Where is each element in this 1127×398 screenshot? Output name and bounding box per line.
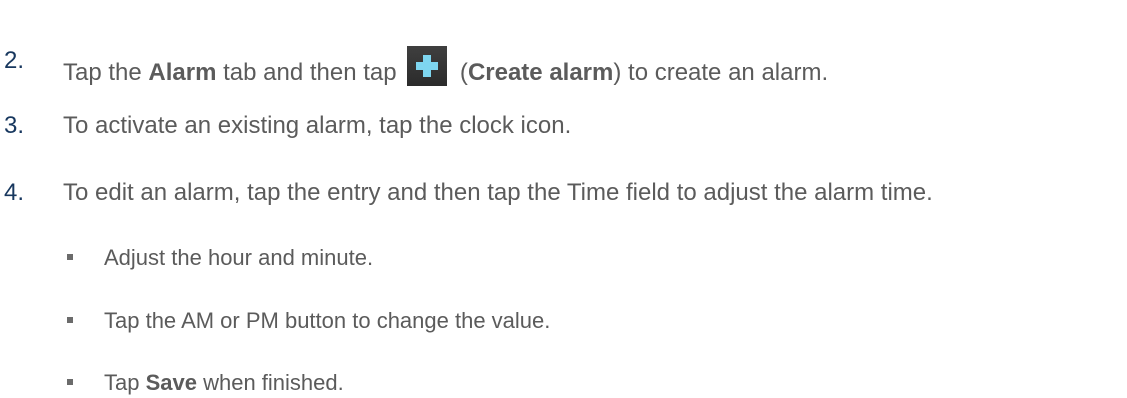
bullet-text: Adjust the hour and minute.: [104, 245, 374, 270]
bullet-square-icon: [67, 379, 73, 385]
bullet-square-icon: [67, 254, 73, 260]
step-text: To edit an alarm, tap the entry and then…: [63, 179, 933, 206]
bullet-square-icon: [67, 317, 73, 323]
plus-icon: [407, 46, 448, 86]
step-number: 2.: [4, 47, 25, 74]
save-label: Save: [145, 370, 197, 395]
step-text: Tap the Alarm tab and then tap (Create a…: [63, 46, 828, 88]
step-text: To activate an existing alarm, tap the c…: [63, 112, 572, 139]
create-alarm-label: Create alarm: [467, 59, 614, 86]
step-number: 4.: [4, 179, 25, 206]
alarm-tab-label: Alarm: [148, 59, 217, 86]
bullet-text: Tap the AM or PM button to change the va…: [104, 308, 551, 333]
step-number: 3.: [4, 112, 25, 139]
bullet-text: Tap Save when finished.: [104, 370, 344, 395]
